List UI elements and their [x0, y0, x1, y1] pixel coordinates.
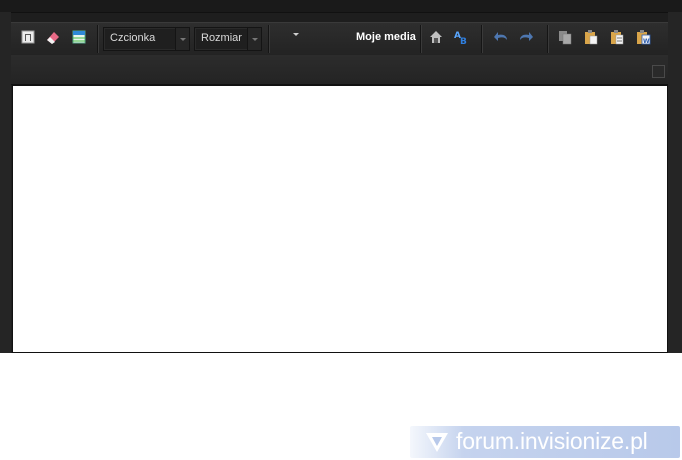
font-select[interactable]: Czcionka [103, 27, 190, 51]
redo-icon[interactable] [518, 29, 534, 45]
watermark: forum.invisionize.pl [410, 426, 680, 458]
font-select-value: Czcionka [110, 32, 156, 44]
home-icon[interactable] [428, 29, 444, 45]
paste-text-icon[interactable] [609, 29, 625, 45]
undo-icon[interactable] [493, 29, 509, 45]
editor-toolbar: Czcionka Rozmiar Moje media A B W [11, 22, 668, 56]
show-source-icon[interactable] [20, 29, 36, 45]
copy-icon[interactable] [557, 29, 573, 45]
editor-left-border [0, 12, 11, 353]
size-select[interactable]: Rozmiar [194, 27, 262, 51]
toolbar-separator [481, 25, 483, 53]
spellcheck-icon[interactable]: A B [453, 29, 469, 45]
maximize-toggle-icon[interactable] [652, 65, 665, 78]
chevron-down-icon[interactable] [247, 28, 261, 50]
svg-text:W: W [643, 38, 650, 45]
editor-top-strip [0, 0, 682, 13]
remove-format-icon[interactable] [45, 29, 61, 45]
toolbar-separator [420, 25, 422, 53]
table-icon[interactable] [71, 29, 87, 45]
paste-word-icon[interactable]: W [635, 29, 651, 45]
chevron-down-icon[interactable] [175, 28, 189, 50]
color-dropdown-chevron-icon[interactable] [293, 33, 301, 39]
rich-text-editor: Czcionka Rozmiar Moje media A B W [0, 0, 682, 353]
toolbar-separator [97, 25, 99, 53]
toolbar-separator [268, 25, 270, 53]
watermark-text: forum.invisionize.pl [456, 428, 648, 454]
svg-text:B: B [460, 37, 467, 45]
invisionize-logo-icon [426, 433, 448, 452]
editor-right-border [668, 12, 682, 353]
size-select-value: Rozmiar [201, 32, 242, 44]
editor-content-area[interactable] [12, 85, 668, 353]
toolbar-separator [547, 25, 549, 53]
paste-icon[interactable] [583, 29, 599, 45]
my-media-button[interactable]: Moje media [356, 31, 416, 43]
editor-secondary-toolbar [11, 55, 668, 85]
